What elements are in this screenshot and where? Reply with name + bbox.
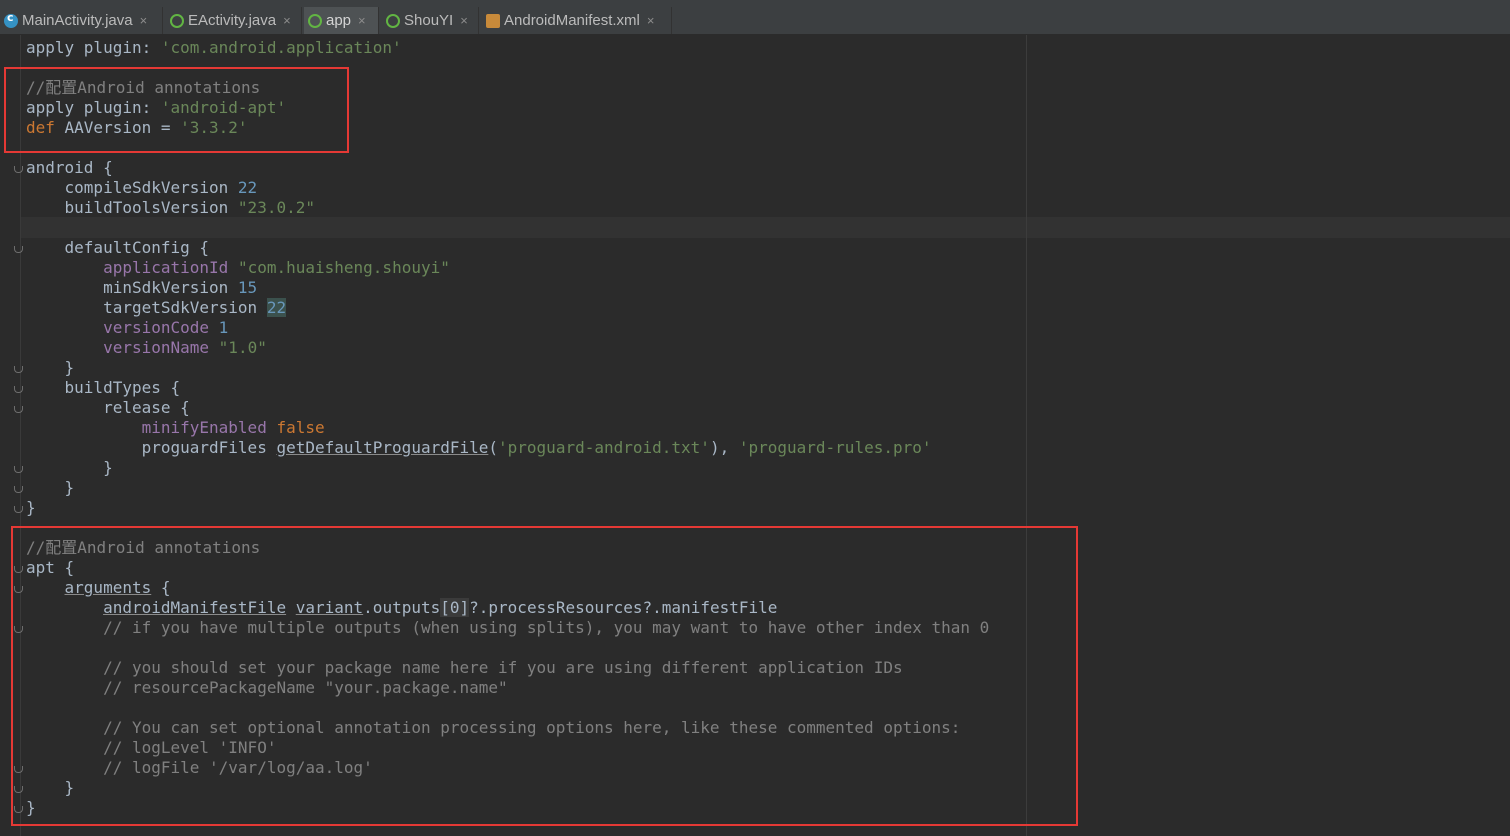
code-line: minifyEnabled false <box>141 418 325 437</box>
tab-label: EActivity.java <box>188 12 277 29</box>
fold-icon[interactable] <box>14 406 23 414</box>
code-line: } <box>26 358 75 377</box>
fold-icon[interactable] <box>14 366 23 374</box>
fold-icon[interactable] <box>14 466 23 474</box>
fold-icon[interactable] <box>14 166 23 174</box>
code-line: defaultConfig { <box>26 238 210 257</box>
code-line: minSdkVersion 15 <box>26 278 258 297</box>
code-line: } <box>26 458 113 477</box>
code-line: } <box>26 498 36 517</box>
tab-eactivity[interactable]: EActivity.java × <box>166 7 302 34</box>
close-icon[interactable]: × <box>647 13 655 28</box>
highlight-box-top <box>4 67 349 153</box>
close-icon[interactable]: × <box>283 13 291 28</box>
tab-androidmanifest[interactable]: AndroidManifest.xml × <box>482 7 672 34</box>
code-editor[interactable]: apply plugin: 'com.android.application' … <box>0 35 1510 836</box>
code-line: release { <box>26 398 190 417</box>
editor-tab-bar: MainActivity.java × EActivity.java × app… <box>0 0 1510 35</box>
class-icon <box>4 11 18 28</box>
code-line: applicationId "com.huaisheng.shouyi" <box>103 258 450 277</box>
xml-icon <box>486 13 500 28</box>
code-line: proguardFiles getDefaultProguardFile('pr… <box>26 438 932 457</box>
code-line: versionName "1.0" <box>103 338 267 357</box>
gradle-icon <box>386 13 400 28</box>
activity-icon <box>170 13 184 28</box>
code-line: buildToolsVersion "23.0.2" <box>26 198 315 217</box>
code-line: versionCode 1 <box>103 318 229 337</box>
code-line: compileSdkVersion 22 <box>26 178 258 197</box>
fold-icon[interactable] <box>14 486 23 494</box>
code-line: targetSdkVersion 22 <box>26 298 287 317</box>
close-icon[interactable]: × <box>460 13 468 28</box>
code-line: } <box>26 478 75 497</box>
tab-label: AndroidManifest.xml <box>504 12 640 29</box>
code-line: apply plugin: 'com.android.application' <box>26 38 402 57</box>
tab-label: app <box>326 12 352 29</box>
current-line-highlight <box>21 217 1510 238</box>
fold-icon[interactable] <box>14 386 23 394</box>
tab-label: ShouYI <box>404 12 454 29</box>
fold-icon[interactable] <box>14 246 23 254</box>
tab-app[interactable]: app × <box>304 7 379 34</box>
highlight-box-bottom <box>11 526 1078 826</box>
tab-shouyi[interactable]: ShouYI × <box>382 7 479 34</box>
tab-label: MainActivity.java <box>22 12 133 29</box>
fold-icon[interactable] <box>14 506 23 514</box>
tab-mainactivity[interactable]: MainActivity.java × <box>0 7 163 34</box>
gradle-icon <box>308 13 322 28</box>
close-icon[interactable]: × <box>140 13 148 28</box>
code-line: android { <box>26 158 113 177</box>
close-icon[interactable]: × <box>358 13 366 28</box>
code-line: buildTypes { <box>26 378 181 397</box>
